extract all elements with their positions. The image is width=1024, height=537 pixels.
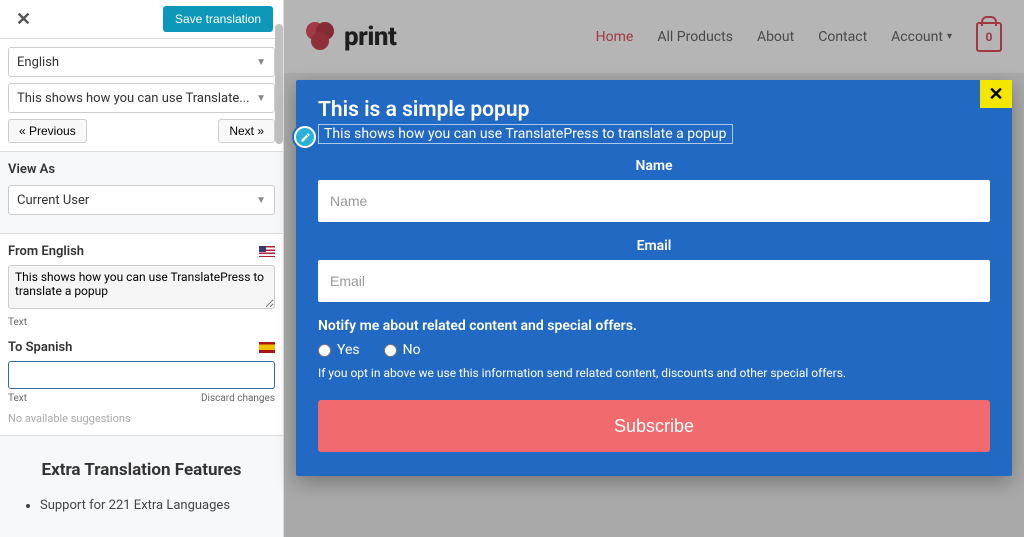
to-text-input[interactable]	[8, 361, 275, 389]
view-as-select[interactable]: Current User ▼	[8, 185, 275, 215]
translation-block: From English This shows how you can use …	[0, 234, 283, 436]
popup: ✕ This is a simple popup This shows how …	[296, 80, 1012, 476]
name-label: Name	[318, 158, 990, 174]
chevron-down-icon: ▼	[256, 57, 266, 68]
notify-yes-label: Yes	[337, 342, 360, 358]
from-text: This shows how you can use TranslatePres…	[8, 265, 275, 309]
chevron-down-icon: ▼	[256, 93, 266, 104]
notify-no-label: No	[403, 342, 421, 358]
next-button[interactable]: Next »	[218, 119, 275, 143]
name-input[interactable]	[318, 180, 990, 222]
view-as-label: View As	[8, 162, 275, 177]
from-text-meta: Text	[8, 317, 275, 328]
discard-changes-link[interactable]: Discard changes	[201, 393, 275, 404]
language-select[interactable]: English ▼	[8, 47, 275, 77]
notify-yes-radio[interactable]	[318, 344, 331, 357]
popup-subtitle[interactable]: This shows how you can use TranslatePres…	[318, 124, 733, 144]
flag-us-icon	[259, 246, 275, 257]
optin-note: If you opt in above we use this informat…	[318, 366, 990, 380]
extra-feature-item: Support for 221 Extra Languages	[40, 498, 267, 513]
extra-features-section: Extra Translation Features Support for 2…	[0, 436, 283, 537]
chevron-down-icon: ▼	[256, 195, 266, 206]
notify-yes-option[interactable]: Yes	[318, 342, 360, 358]
panel-header: ✕ Save translation	[0, 0, 283, 39]
pencil-icon	[300, 132, 311, 143]
notify-no-option[interactable]: No	[384, 342, 421, 358]
view-as-value: Current User	[17, 193, 89, 208]
scrollbar[interactable]	[275, 24, 283, 144]
notify-radio-group: Yes No	[318, 342, 990, 358]
flag-es-icon	[259, 342, 275, 353]
translation-panel: ✕ Save translation English ▼ This shows …	[0, 0, 284, 537]
popup-subtitle-wrap: This shows how you can use TranslatePres…	[318, 126, 733, 142]
language-select-value: English	[17, 55, 59, 70]
extra-features-title: Extra Translation Features	[16, 460, 267, 480]
string-select-value: This shows how you can use Translate...	[17, 91, 250, 106]
popup-title: This is a simple popup	[318, 98, 990, 122]
email-input[interactable]	[318, 260, 990, 302]
previous-button[interactable]: « Previous	[8, 119, 87, 143]
subscribe-button[interactable]: Subscribe	[318, 400, 990, 452]
from-language-label: From English	[8, 244, 84, 259]
to-language-label: To Spanish	[8, 340, 72, 355]
to-text-meta: Text	[8, 393, 27, 404]
save-translation-button[interactable]: Save translation	[163, 6, 273, 32]
close-panel-button[interactable]: ✕	[10, 7, 37, 32]
view-as-section: View As Current User ▼	[0, 152, 283, 234]
email-label: Email	[318, 238, 990, 254]
popup-close-button[interactable]: ✕	[980, 80, 1012, 108]
edit-string-button[interactable]	[294, 126, 316, 148]
no-suggestions-text: No available suggestions	[8, 412, 275, 425]
panel-controls: English ▼ This shows how you can use Tra…	[0, 39, 283, 152]
string-select[interactable]: This shows how you can use Translate... …	[8, 83, 275, 113]
notify-no-radio[interactable]	[384, 344, 397, 357]
notify-label: Notify me about related content and spec…	[318, 318, 990, 334]
